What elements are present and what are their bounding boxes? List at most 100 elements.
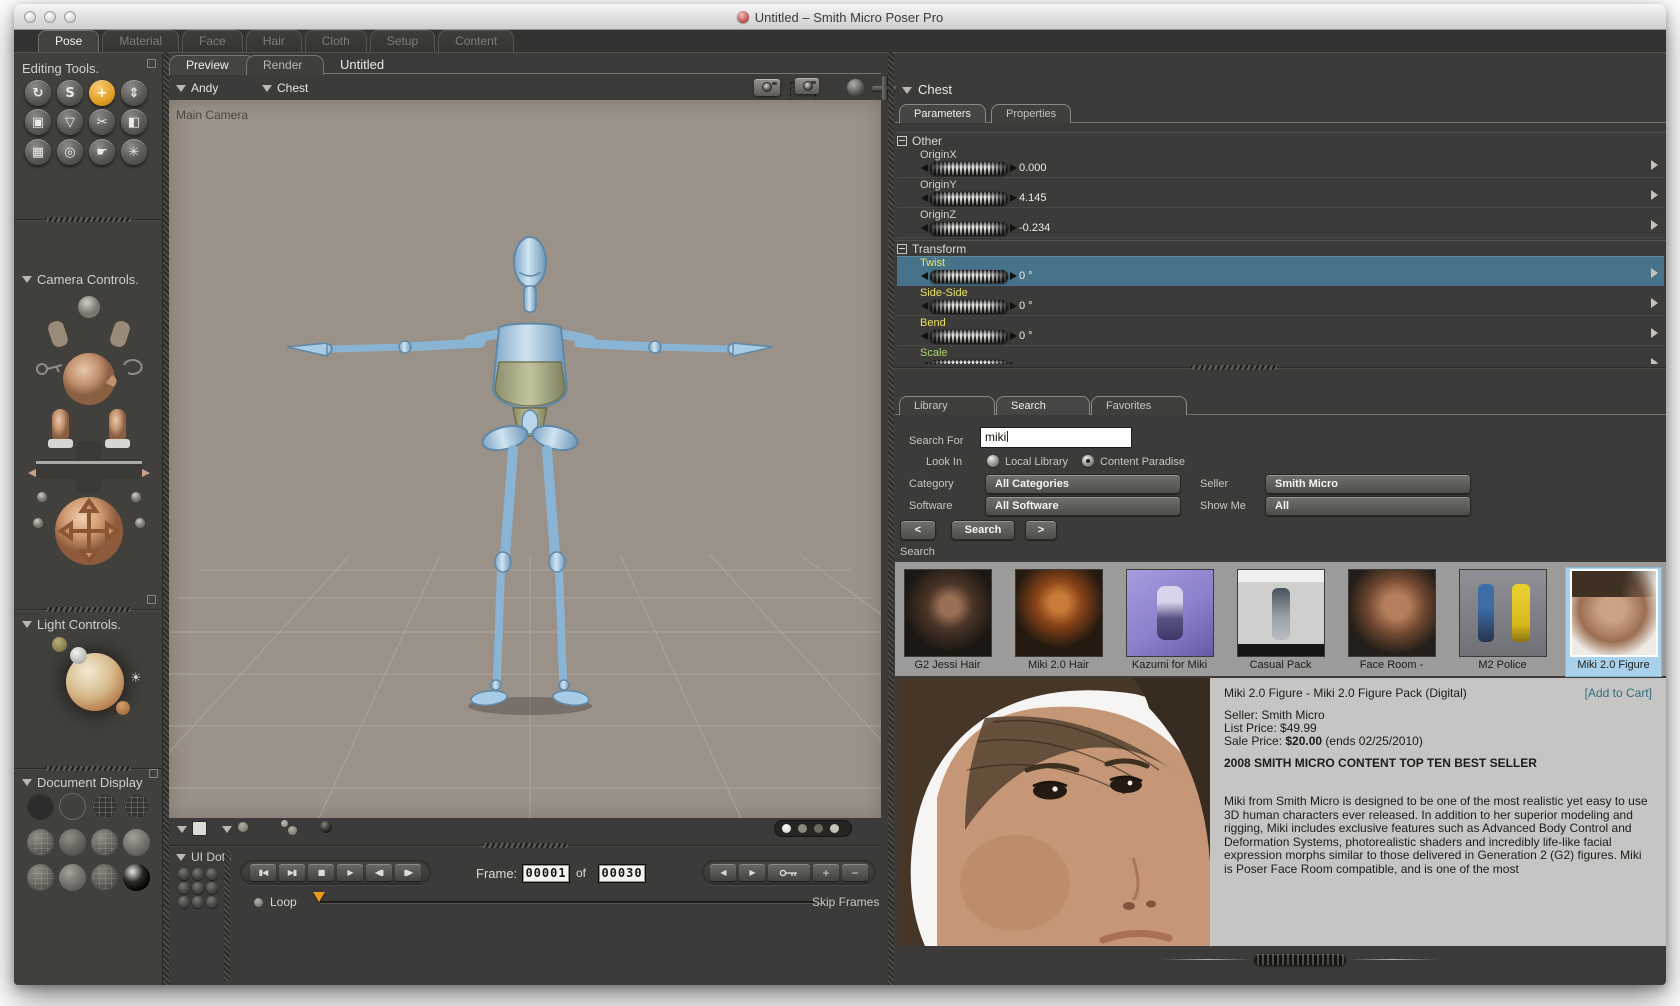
display-style-smooth-shaded-icon[interactable] xyxy=(59,864,86,891)
show-me-dropdown[interactable]: All xyxy=(1265,496,1471,516)
panel-resize-handle[interactable] xyxy=(888,52,894,985)
tab-preview[interactable]: Preview xyxy=(169,55,255,75)
sun-icon[interactable]: ☀ xyxy=(130,671,142,686)
collapse-box-icon[interactable] xyxy=(897,244,907,254)
window-shade-button[interactable] xyxy=(149,769,158,778)
trackball-icon[interactable] xyxy=(847,79,864,96)
param-value[interactable]: 0 ° xyxy=(1019,300,1033,312)
panel-drag-handle[interactable] xyxy=(1162,954,1438,965)
result-thumbnail[interactable] xyxy=(1125,569,1214,657)
display-style-flat-shaded-icon[interactable] xyxy=(59,829,86,856)
section-divider[interactable] xyxy=(14,216,162,223)
collapse-triangle-icon[interactable] xyxy=(22,779,32,786)
window-shade-button[interactable] xyxy=(147,59,156,68)
param-menu-arrow[interactable] xyxy=(1651,220,1658,230)
timeline-track[interactable] xyxy=(320,901,826,903)
window-shade-button[interactable] xyxy=(147,595,156,604)
camera-flash-icon[interactable] xyxy=(795,78,819,94)
display-dot-active[interactable] xyxy=(782,824,791,833)
add-keyframe-button[interactable]: + xyxy=(813,864,839,881)
step-back-button[interactable]: ◀▮ xyxy=(366,864,392,881)
param-dial[interactable] xyxy=(921,300,1017,313)
search-input[interactable]: miki xyxy=(980,427,1132,448)
param-menu-arrow[interactable] xyxy=(1651,298,1658,308)
result-item[interactable]: Kazumi for Miki xyxy=(1122,568,1217,676)
param-dial[interactable] xyxy=(921,222,1017,235)
param-menu-arrow[interactable] xyxy=(1651,328,1658,338)
param-value[interactable]: 4.145 xyxy=(1019,192,1047,204)
total-frames-field[interactable]: 00030 xyxy=(598,864,646,883)
result-thumbnail[interactable] xyxy=(1236,569,1325,657)
collapse-triangle-icon[interactable] xyxy=(22,621,32,628)
library-divider[interactable] xyxy=(895,364,1666,371)
ui-dots-resize-handle[interactable] xyxy=(224,850,230,981)
edit-keyframes-button[interactable] xyxy=(768,864,810,881)
display-style-flat-lined-icon[interactable] xyxy=(91,829,118,856)
content-paradise-radio[interactable] xyxy=(1082,455,1094,467)
depth-cue-triangle-icon[interactable] xyxy=(177,826,187,833)
ui-dots-triangle-icon[interactable] xyxy=(176,853,186,861)
result-item[interactable]: Casual Pack xyxy=(1233,568,1328,676)
loop-indicator[interactable] xyxy=(254,898,263,907)
local-library-option-label[interactable]: Local Library xyxy=(1005,456,1068,468)
param-value[interactable]: 0 ° xyxy=(1019,270,1033,282)
tab-content[interactable]: Content xyxy=(438,30,515,52)
tab-render[interactable]: Render xyxy=(246,55,324,75)
delete-keyframe-button[interactable]: − xyxy=(842,864,868,881)
tab-properties[interactable]: Properties xyxy=(991,104,1072,123)
param-value[interactable]: 0.000 xyxy=(1019,162,1047,174)
tab-setup[interactable]: Setup xyxy=(369,30,436,52)
param-menu-arrow[interactable] xyxy=(1651,160,1658,170)
display-style-smooth-lined-icon[interactable] xyxy=(91,864,118,891)
param-dial[interactable] xyxy=(921,330,1017,343)
light-indicator-2[interactable] xyxy=(70,647,87,664)
element-triangle-icon[interactable] xyxy=(902,87,912,94)
section-divider[interactable] xyxy=(14,606,162,613)
software-dropdown[interactable]: All Software xyxy=(985,496,1181,516)
scale-tool-icon[interactable]: ▣ xyxy=(25,109,51,135)
tab-search[interactable]: Search xyxy=(996,396,1090,415)
display-style-hidden-line-icon[interactable] xyxy=(123,793,150,820)
result-item[interactable]: G2 Jessi Hair xyxy=(900,568,995,676)
param-dial[interactable] xyxy=(921,270,1017,283)
tab-parameters[interactable]: Parameters xyxy=(899,104,986,123)
display-style-lit-wireframe-icon[interactable] xyxy=(27,829,54,856)
param-value[interactable]: -0.234 xyxy=(1019,222,1050,234)
result-thumbnail[interactable] xyxy=(903,569,992,657)
animation-divider[interactable] xyxy=(169,842,881,849)
local-library-radio[interactable] xyxy=(987,455,999,467)
result-thumbnail[interactable] xyxy=(1347,569,1436,657)
display-style-cartoon-lines-icon[interactable] xyxy=(27,864,54,891)
tab-favorites[interactable]: Favorites xyxy=(1091,396,1187,415)
tab-library[interactable]: Library xyxy=(899,396,995,415)
viewport[interactable]: Main Camera xyxy=(169,100,881,818)
camera-icon[interactable] xyxy=(754,79,780,96)
display-style-cartoon-icon[interactable] xyxy=(123,829,150,856)
chain-break-tool-icon[interactable]: ✂ xyxy=(89,109,115,135)
tab-face[interactable]: Face xyxy=(182,30,243,52)
next-keyframe-button[interactable]: ▶ xyxy=(739,864,765,881)
direct-manipulation-tool-icon[interactable]: ✳ xyxy=(121,139,147,165)
element-menu-triangle-icon[interactable] xyxy=(262,85,272,92)
collapse-box-icon[interactable] xyxy=(897,136,907,146)
seller-dropdown[interactable]: Smith Micro xyxy=(1265,474,1471,494)
tab-hair[interactable]: Hair xyxy=(245,30,302,52)
content-paradise-option-label[interactable]: Content Paradise xyxy=(1100,456,1185,468)
go-end-button[interactable]: ▶▮ xyxy=(279,864,305,881)
morphing-tool-icon[interactable]: ▦ xyxy=(25,139,51,165)
taper-tool-icon[interactable]: ▽ xyxy=(57,109,83,135)
display-style-texture-shaded-icon[interactable] xyxy=(123,864,150,891)
step-forward-button[interactable]: ▮▶ xyxy=(395,864,421,881)
light-indicator-1[interactable] xyxy=(52,637,67,652)
result-item[interactable]: Miki 2.0 Hair xyxy=(1011,568,1106,676)
stop-button[interactable]: ■ xyxy=(308,864,334,881)
tab-cloth[interactable]: Cloth xyxy=(304,30,367,52)
display-style-silhouette-icon[interactable] xyxy=(27,793,54,820)
twist-tool-icon[interactable]: S xyxy=(57,80,83,106)
display-dots[interactable] xyxy=(774,820,852,837)
tracking-box-icon[interactable] xyxy=(192,821,207,836)
timeline-marker[interactable] xyxy=(313,892,325,908)
light-indicator-3[interactable] xyxy=(116,701,130,715)
figure-andy[interactable] xyxy=(169,100,881,818)
prev-keyframe-button[interactable]: ◀ xyxy=(710,864,736,881)
